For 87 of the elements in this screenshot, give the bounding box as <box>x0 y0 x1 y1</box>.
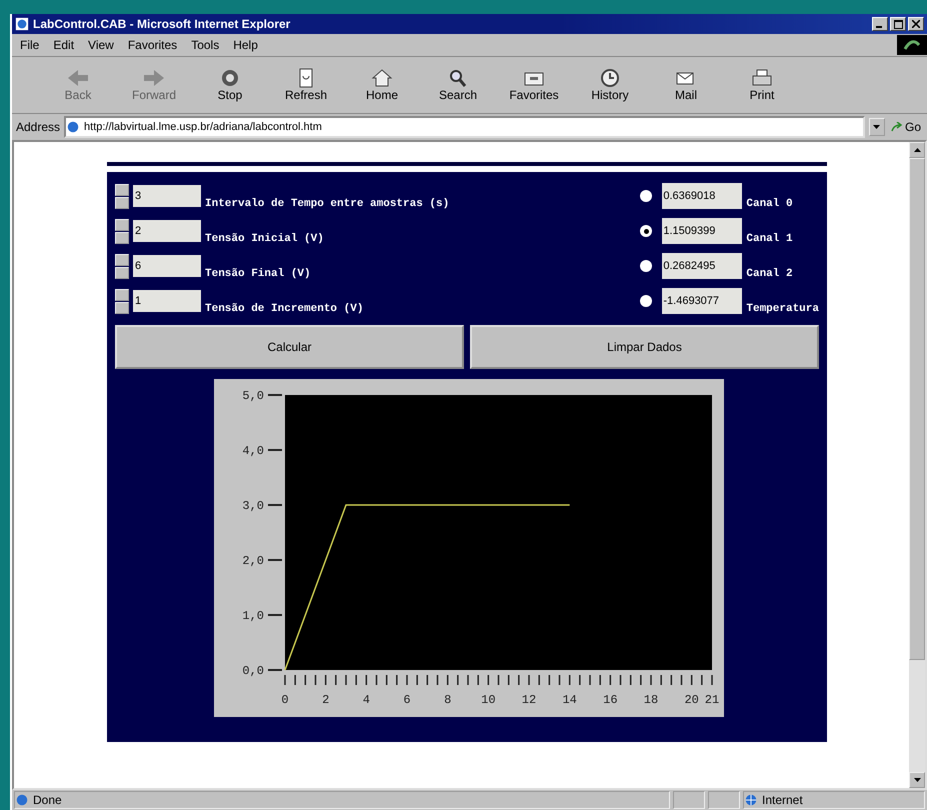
axis-label: 1,0 <box>242 609 264 623</box>
arrow-icon <box>890 122 903 132</box>
toolbar-button[interactable]: Stop <box>194 66 266 104</box>
toolbar-button[interactable]: History <box>574 66 646 104</box>
number-field[interactable]: 1 <box>133 290 201 312</box>
scrollbar[interactable] <box>909 142 925 788</box>
menu-item[interactable]: File <box>20 38 40 52</box>
up-arrow-icon <box>914 148 920 152</box>
menu-item[interactable]: Edit <box>53 38 74 52</box>
axis-label: 18 <box>644 693 658 707</box>
axis-label: 12 <box>522 693 536 707</box>
axis-label: 10 <box>481 693 496 707</box>
parameter-label: Tensão Final (V) <box>205 268 311 280</box>
go-button[interactable]: Go <box>888 120 923 134</box>
action-button[interactable]: Calcular <box>115 325 464 369</box>
axis-label: 0,0 <box>242 664 264 678</box>
address-field[interactable]: http://labvirtual.lme.usp.br/adriana/labcontrol.htm <box>64 116 865 138</box>
action-button[interactable]: Limpar Dados <box>470 325 819 369</box>
radio-button[interactable] <box>640 260 652 272</box>
address-label: Address <box>16 120 60 134</box>
axis-label: 14 <box>562 693 577 707</box>
number-field[interactable]: 2 <box>133 220 201 242</box>
logo-icon <box>897 35 927 55</box>
parameter-label: Tensão de Incremento (V) <box>205 303 364 315</box>
zone-text: Internet <box>743 791 925 809</box>
page-icon <box>66 120 80 134</box>
axis-label: 8 <box>444 693 452 707</box>
spinner-buttons[interactable] <box>115 184 129 208</box>
axis-label: 4 <box>362 693 370 707</box>
axis-label: 2 <box>322 693 330 707</box>
value-field[interactable]: 0.2682495 <box>662 253 742 279</box>
axis-label: 16 <box>603 693 618 707</box>
close-button[interactable] <box>908 17 924 31</box>
toolbar-button[interactable]: Print <box>726 66 798 104</box>
right-arrow-icon <box>142 68 166 88</box>
spinner-buttons[interactable] <box>115 254 129 278</box>
parameter-label: Intervalo de Tempo entre amostras (s) <box>205 198 450 210</box>
spinner-buttons[interactable] <box>115 288 129 314</box>
channel-label: Canal 2 <box>746 268 793 280</box>
radio-button[interactable] <box>640 225 652 237</box>
down-arrow-icon <box>914 778 920 782</box>
axis-label: 20 <box>684 693 699 707</box>
toolbar-button[interactable]: Mail <box>650 66 722 104</box>
status-panel <box>708 791 740 809</box>
status-panel <box>673 791 705 809</box>
channel-label: Canal 1 <box>746 233 793 245</box>
menu-item[interactable]: Favorites <box>128 38 178 52</box>
axis-label: 6 <box>403 693 411 707</box>
toolbar-button[interactable]: Favorites <box>498 66 570 104</box>
maximize-icon <box>894 20 902 28</box>
axis-label: 5,0 <box>242 389 264 403</box>
menu-item[interactable]: Help <box>233 38 258 52</box>
axis-label: 4,0 <box>242 444 264 458</box>
status-text: Done <box>14 791 670 809</box>
radio-button[interactable] <box>640 295 652 307</box>
axis-label: 3,0 <box>242 499 264 513</box>
globe-icon <box>744 793 758 807</box>
axis-label: 21 <box>704 693 720 707</box>
number-field[interactable]: 6 <box>133 255 201 277</box>
house-icon <box>370 68 394 88</box>
maximize-button[interactable] <box>890 17 906 31</box>
browser-icon <box>15 17 29 31</box>
minimize-button[interactable] <box>872 17 888 31</box>
channel-label: Canal 0 <box>746 198 793 210</box>
close-icon <box>912 20 920 28</box>
channel-label: Temperatura <box>746 303 819 315</box>
menu-item[interactable]: Tools <box>191 38 220 52</box>
dropdown-button[interactable] <box>868 118 885 136</box>
toolbar-button[interactable]: Refresh <box>270 66 342 104</box>
printer-icon <box>750 68 774 88</box>
left-arrow-icon <box>66 68 90 88</box>
toolbar-button[interactable]: Home <box>346 66 418 104</box>
page-icon <box>15 793 29 807</box>
axis-label: 0 <box>281 693 289 707</box>
toolbar-button[interactable]: Search <box>422 66 494 104</box>
parameter-label: Tensão Inicial (V) <box>205 233 324 245</box>
menu-item[interactable]: View <box>88 38 114 52</box>
caret-icon <box>873 125 880 129</box>
value-field[interactable]: 0.6369018 <box>662 183 742 209</box>
value-field[interactable]: -1.4693077 <box>662 288 742 314</box>
axis-label: 2,0 <box>242 554 264 568</box>
number-field[interactable]: 3 <box>133 185 201 207</box>
clock-icon <box>598 68 622 88</box>
radio-button[interactable] <box>640 190 652 202</box>
window-title: LabControl.CAB - Microsoft Internet Explorer <box>33 17 292 31</box>
value-field[interactable]: 1.1509399 <box>662 218 742 244</box>
spinner-buttons[interactable] <box>115 218 129 244</box>
